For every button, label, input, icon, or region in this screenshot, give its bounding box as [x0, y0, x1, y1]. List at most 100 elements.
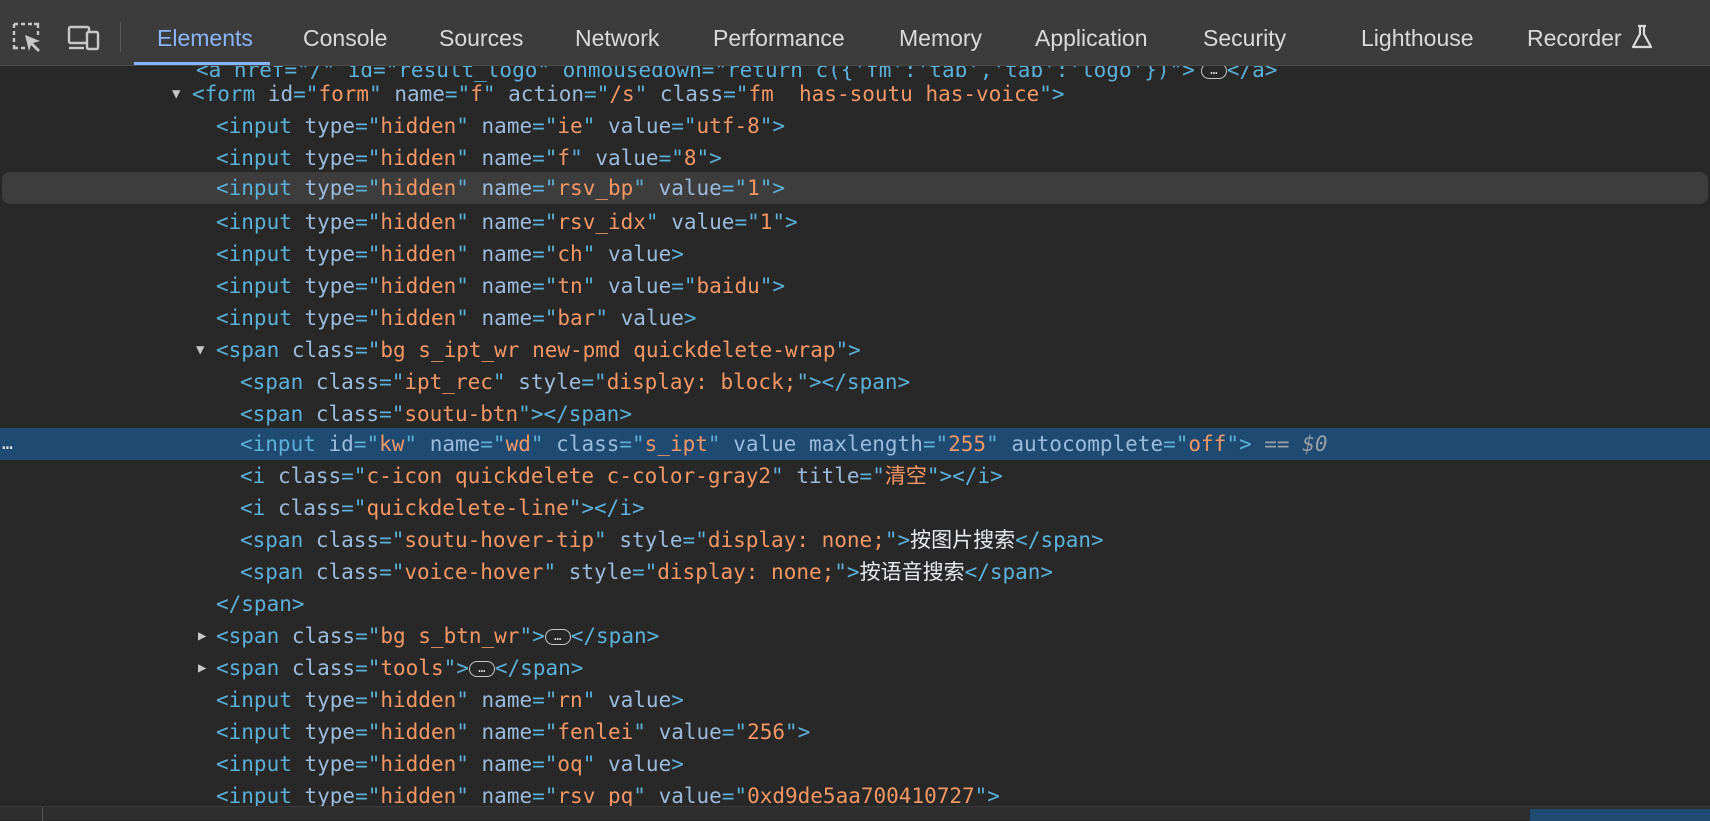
dom-node-markup: <input type="hidden" name="fenlei" value… — [216, 716, 810, 748]
tab-performance[interactable]: Performance — [713, 0, 845, 66]
tab-console[interactable]: Console — [303, 0, 387, 66]
device-toolbar-icon[interactable] — [66, 20, 102, 56]
collapsed-content-badge[interactable]: … — [544, 629, 571, 645]
markup-token: " — [456, 146, 469, 170]
markup-token: " — [456, 784, 469, 806]
markup-token: =" — [532, 688, 558, 712]
markup-token: display: none; — [657, 560, 835, 584]
tab-lighthouse[interactable]: Lighthouse — [1361, 0, 1474, 66]
markup-token: hidden — [380, 752, 457, 776]
markup-token: type — [291, 176, 356, 200]
dom-node-row[interactable]: <span class="ipt_rec" style="display: bl… — [0, 366, 1710, 398]
dom-node-row[interactable]: <input type="hidden" name="f" value="8"> — [0, 142, 1710, 174]
markup-token: type — [291, 146, 356, 170]
tab-network[interactable]: Network — [575, 0, 659, 66]
tab-sources[interactable]: Sources — [439, 0, 523, 66]
inspect-element-icon[interactable] — [10, 20, 46, 56]
markup-token: " — [456, 210, 469, 234]
dom-node-row[interactable]: <input type="hidden" name="rn" value> — [0, 684, 1710, 716]
dom-node-markup: <span class="soutu-btn"></span> — [240, 398, 632, 430]
dom-node-row[interactable]: <span class="voice-hover" style="display… — [0, 556, 1710, 588]
dom-node-row[interactable]: <input type="hidden" name="bar" value> — [0, 302, 1710, 334]
markup-token: baidu — [696, 274, 760, 298]
markup-token: "> — [696, 146, 722, 170]
more-actions-icon[interactable]: … — [2, 428, 13, 460]
markup-token: =" — [532, 274, 558, 298]
markup-token: =" — [444, 82, 471, 106]
dom-node-row[interactable]: <i class="c-icon quickdelete c-color-gra… — [0, 460, 1710, 492]
tab-application[interactable]: Application — [1035, 0, 1148, 66]
expand-triangle-icon[interactable]: ▼ — [196, 334, 204, 366]
markup-token: =" — [379, 560, 405, 584]
markup-token: "></span> — [518, 402, 632, 426]
markup-token: " — [456, 752, 469, 776]
markup-token: "> — [519, 624, 545, 648]
markup-token: " — [404, 432, 418, 456]
markup-token: <input — [216, 242, 292, 266]
expand-triangle-icon[interactable]: ▼ — [172, 78, 180, 110]
dom-node-row[interactable]: <input type="hidden" name="rsv_pq" value… — [0, 780, 1710, 806]
markup-token: =" — [293, 82, 319, 106]
markup-token: " — [492, 370, 506, 394]
markup-token: " — [645, 210, 659, 234]
dom-node-row-hovered[interactable]: <input type="hidden" name="rsv_bp" value… — [2, 172, 1708, 204]
markup-token: <input — [216, 688, 292, 712]
markup-token: " — [707, 432, 721, 456]
tab-label: Memory — [899, 25, 983, 51]
markup-token: class — [303, 528, 380, 552]
dom-node-markup: <input type="hidden" name="rn" value> — [216, 684, 684, 716]
markup-token: type — [291, 242, 356, 266]
markup-token: display: none; — [707, 528, 885, 552]
markup-token: type — [291, 688, 356, 712]
collapse-triangle-icon[interactable]: ▶ — [198, 652, 206, 684]
dom-node-row[interactable]: <i class="quickdelete-line"></i> — [0, 492, 1710, 524]
dom-node-row[interactable]: <input type="hidden" name="rsv_idx" valu… — [0, 206, 1710, 238]
tab-memory[interactable]: Memory — [899, 0, 982, 66]
markup-token: <span — [240, 370, 304, 394]
scrollbar-track-segment — [0, 807, 43, 821]
dom-node-row[interactable]: ▶ <span class="tools">… </span> — [0, 652, 1710, 684]
markup-token: <input — [216, 720, 292, 744]
collapsed-content-badge[interactable]: … — [468, 661, 495, 677]
markup-token: type — [291, 720, 356, 744]
dom-node-markup: <input type="hidden" name="rsv_pq" value… — [216, 780, 1000, 806]
markup-token: </span> — [964, 560, 1054, 584]
markup-token: $0 — [1302, 432, 1328, 456]
markup-token: hidden — [380, 274, 457, 298]
scrollbar-thumb[interactable] — [1530, 809, 1710, 821]
dom-node-row[interactable]: <span class="soutu-hover-tip" style="dis… — [0, 524, 1710, 556]
dom-node-row[interactable]: ▼ <form id="form" name="f" action="/s" c… — [0, 78, 1710, 110]
markup-token: style — [505, 370, 582, 394]
dom-node-row[interactable]: <input type="hidden" name="ie" value="ut… — [0, 110, 1710, 142]
dom-node-row-selected[interactable]: … <input id="kw" name="wd" class="s_ipt"… — [0, 428, 1710, 460]
dom-node-row[interactable]: <input type="hidden" name="fenlei" value… — [0, 716, 1710, 748]
dom-node-row[interactable]: <input type="hidden" name="oq" value> — [0, 748, 1710, 780]
markup-token: " — [570, 146, 583, 170]
dom-node-row[interactable]: ▼ <span class="bg s_ipt_wr new-pmd quick… — [0, 334, 1710, 366]
dom-node-row[interactable]: <span class="soutu-btn"></span> — [0, 398, 1710, 430]
markup-token: <span — [216, 338, 280, 362]
dom-node-row[interactable]: ▶ <span class="bg s_btn_wr">… </span> — [0, 620, 1710, 652]
markup-token: ipt_rec — [404, 370, 493, 394]
tab-security[interactable]: Security — [1203, 0, 1286, 66]
markup-token: " — [633, 720, 646, 744]
tab-label: Performance — [713, 25, 845, 51]
markup-token: value — [582, 146, 659, 170]
dom-node-markup: <span class="soutu-hover-tip" style="dis… — [240, 524, 1104, 556]
markup-token: <span — [240, 560, 304, 584]
markup-token: wd — [505, 432, 531, 456]
markup-token: class — [279, 338, 356, 362]
markup-token: oq — [557, 752, 583, 776]
dom-node-row[interactable]: <input type="hidden" name="tn" value="ba… — [0, 270, 1710, 302]
markup-token: name — [468, 146, 533, 170]
dom-node-row[interactable]: </span> — [0, 588, 1710, 620]
horizontal-scrollbar[interactable] — [0, 806, 1710, 821]
dom-node-row[interactable]: <input type="hidden" name="ch" value> — [0, 238, 1710, 270]
markup-token: value — [645, 176, 722, 200]
tab-elements[interactable]: Elements — [157, 0, 253, 66]
tab-recorder[interactable]: Recorder — [1527, 0, 1654, 66]
markup-token: =" — [355, 176, 381, 200]
markup-token: hidden — [380, 242, 457, 266]
collapse-triangle-icon[interactable]: ▶ — [198, 620, 206, 652]
markup-token: =" — [355, 688, 381, 712]
